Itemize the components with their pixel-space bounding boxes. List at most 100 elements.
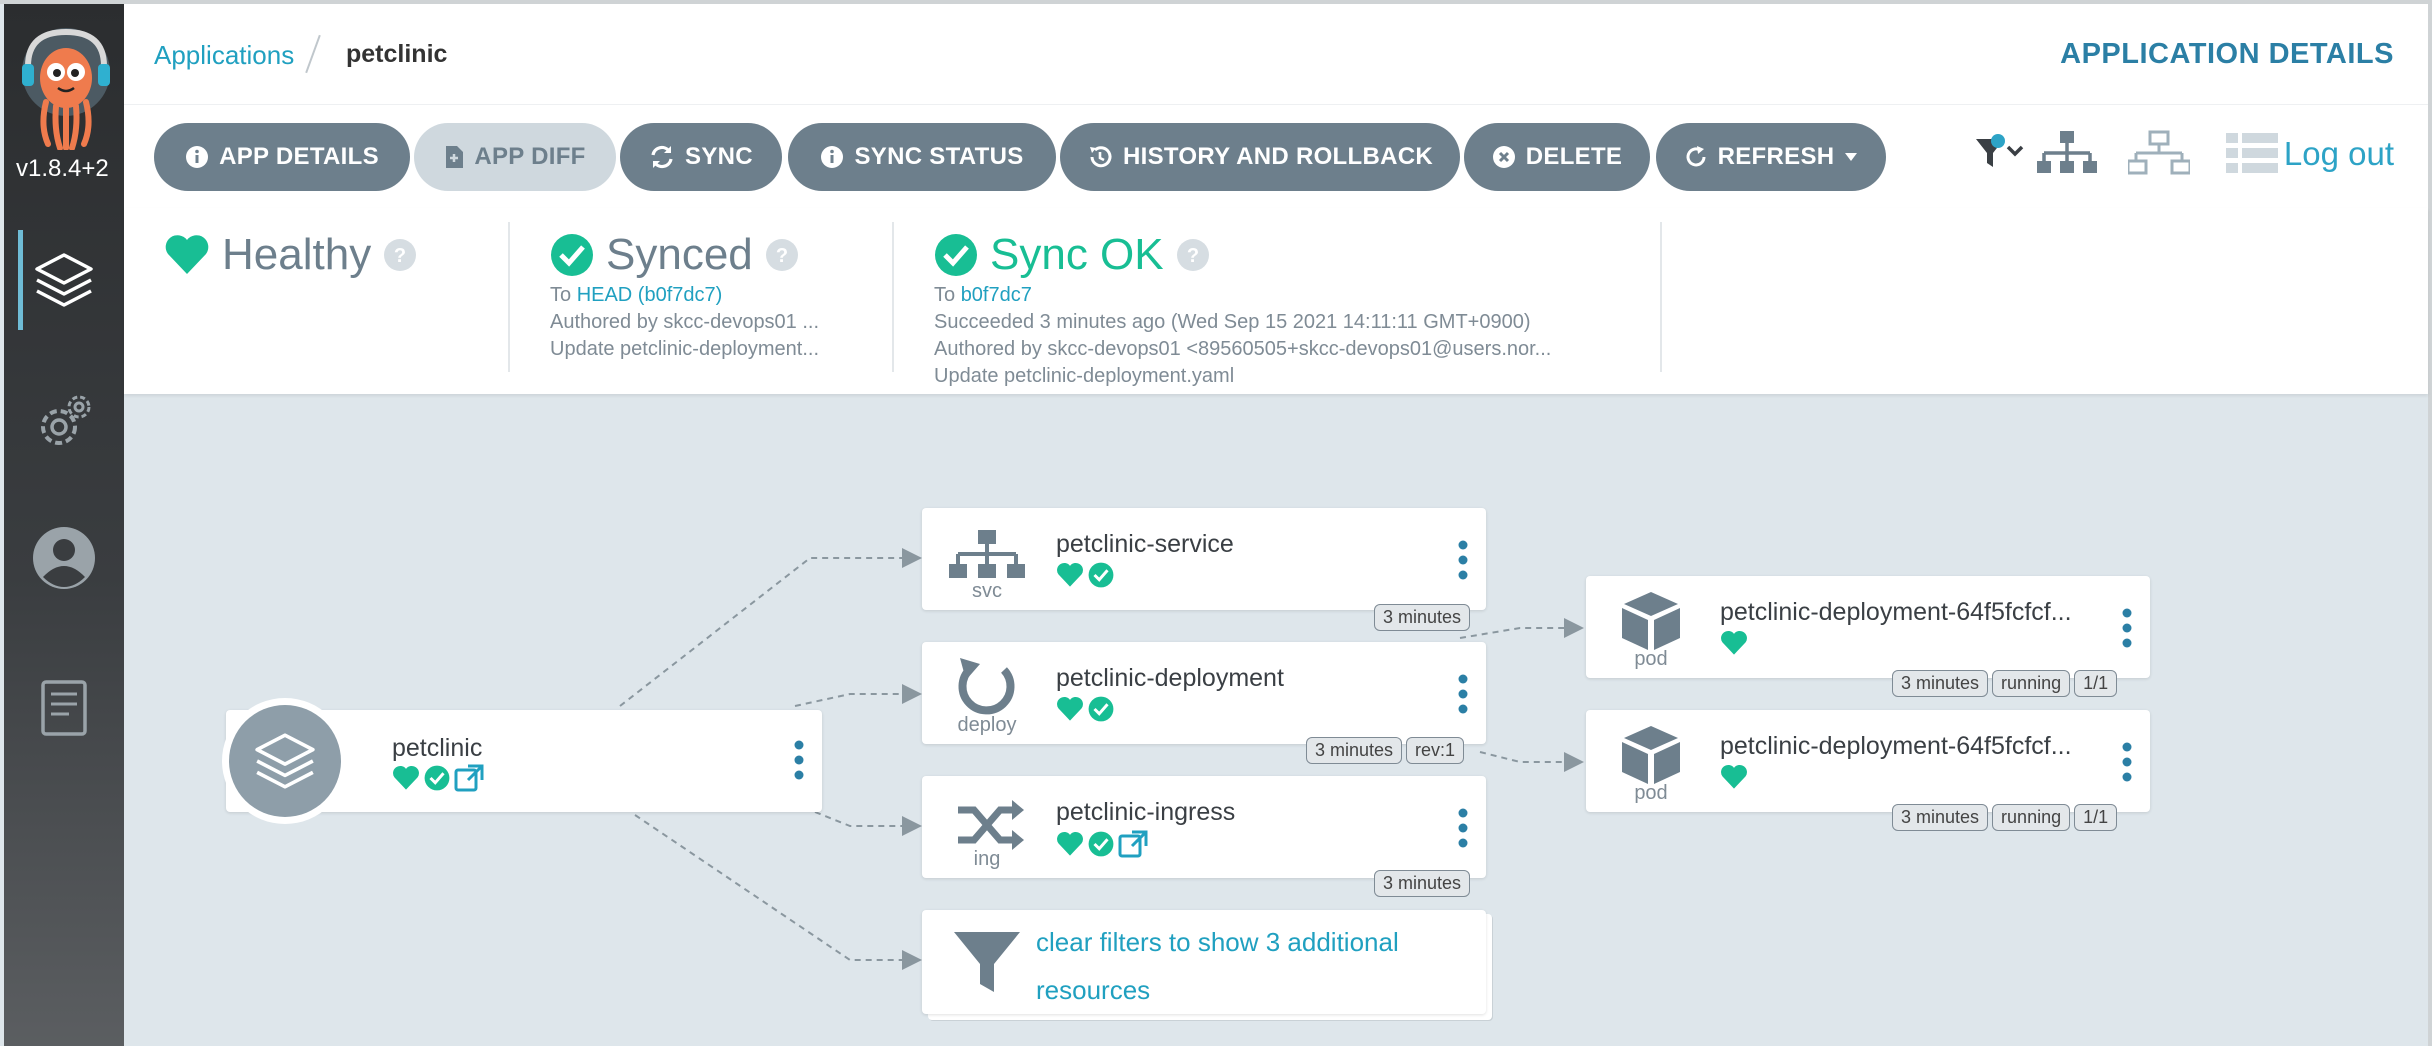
- external-link-icon[interactable]: [454, 764, 484, 792]
- check-circle-icon: [1088, 831, 1114, 857]
- heart-icon: [1057, 696, 1083, 721]
- window-frame-right: [2428, 0, 2432, 1046]
- app-diff-label: APP DIFF: [474, 143, 586, 170]
- sync-button[interactable]: SYNC: [620, 123, 782, 191]
- pod-kind-label: pod: [1634, 782, 1668, 804]
- ingress-node[interactable]: ing petclinic-ingress: [922, 776, 1486, 878]
- check-circle-icon: [1088, 562, 1114, 588]
- heart-icon: [393, 765, 419, 790]
- breadcrumb-applications[interactable]: Applications: [154, 40, 294, 71]
- kebab-menu-icon[interactable]: [2122, 742, 2132, 782]
- sync-title: Synced: [606, 230, 753, 279]
- revision-tag: rev:1: [1406, 737, 1465, 764]
- operation-message: Update petclinic-deployment.yaml: [934, 365, 1235, 387]
- app-toolbar: APP DETAILS APP DIFF SYNC SYNC STATUS HI…: [124, 104, 2428, 208]
- sync-message: Update petclinic-deployment...: [550, 338, 820, 360]
- list-icon: [2226, 133, 2278, 173]
- pod-node[interactable]: pod petclinic-deployment-64f5fcfcf...: [1586, 576, 2150, 678]
- list-view-button[interactable]: [2224, 129, 2280, 182]
- nav-applications[interactable]: [4, 230, 124, 330]
- heart-icon: [1721, 630, 1747, 655]
- kebab-menu-icon[interactable]: [1458, 808, 1468, 848]
- caret-down-icon: [1845, 153, 1858, 161]
- phase-tag: running: [1992, 670, 2071, 697]
- age-tag: 3 minutes: [1374, 870, 1471, 897]
- sync-status-button[interactable]: SYNC STATUS: [788, 123, 1056, 191]
- filter-dropdown-icon: [1976, 134, 2024, 167]
- logout-link[interactable]: Log out: [2284, 135, 2394, 173]
- service-node-name: petclinic-service: [1056, 530, 1234, 558]
- age-tag: 3 minutes: [1306, 737, 1403, 764]
- age-tag: 3 minutes: [1892, 670, 1989, 697]
- ingress-tags: 3 minutes: [1374, 870, 1471, 897]
- deployment-node-name: petclinic-deployment: [1056, 664, 1284, 692]
- edge-app-deployment: [794, 684, 922, 707]
- check-circle-icon: [1088, 696, 1114, 722]
- service-node[interactable]: svc petclinic-service: [922, 508, 1486, 610]
- edge-app-service: [619, 548, 922, 707]
- phase-tag: running: [1992, 804, 2071, 831]
- external-link-icon[interactable]: [1118, 830, 1148, 858]
- app-diff-button[interactable]: APP DIFF: [414, 123, 616, 191]
- sync-revision-link[interactable]: HEAD (b0f7dc7): [577, 284, 723, 306]
- filter-toggle[interactable]: [1974, 129, 2030, 184]
- check-circle-icon: [551, 234, 593, 276]
- clear-filters-link[interactable]: clear filters to show 3 additional resou…: [1036, 918, 1399, 1014]
- sync-status-summary[interactable]: Synced ? To HEAD (b0f7dc7) Authored by s…: [550, 230, 880, 361]
- history-rollback-label: HISTORY AND ROLLBACK: [1122, 143, 1433, 170]
- kebab-menu-icon[interactable]: [1458, 540, 1468, 580]
- service-tags: 3 minutes: [1374, 604, 1471, 631]
- refresh-label: REFRESH: [1717, 143, 1835, 170]
- version-label: v1.8.4+2: [16, 155, 109, 182]
- operation-to-prefix: To: [934, 284, 956, 306]
- nav-documentation[interactable]: [4, 658, 124, 758]
- user-avatar-icon: [33, 527, 95, 589]
- operation-status-summary[interactable]: Sync OK ? To b0f7dc7 Succeeded 3 minutes…: [934, 230, 1624, 388]
- refresh-icon: [1686, 146, 1706, 167]
- pod-node[interactable]: pod petclinic-deployment-64f5fcfcf...: [1586, 710, 2150, 812]
- pod-tags: 3 minutes running 1/1: [1892, 804, 2118, 831]
- operation-revision-link[interactable]: b0f7dc7: [961, 284, 1032, 306]
- nav-settings[interactable]: [4, 372, 124, 472]
- deployment-node[interactable]: deploy petclinic-deployment: [922, 642, 1486, 744]
- operation-revision-line: To b0f7dc7: [934, 284, 1624, 307]
- edge-app-ingress: [814, 811, 922, 836]
- kebab-menu-icon[interactable]: [794, 740, 804, 780]
- app-details-button[interactable]: APP DETAILS: [154, 123, 410, 191]
- help-icon[interactable]: ?: [383, 238, 417, 272]
- kebab-menu-icon[interactable]: [2122, 608, 2132, 648]
- heart-icon: [1721, 764, 1747, 789]
- nav-user-info[interactable]: [4, 508, 124, 608]
- network-view-button[interactable]: [2126, 129, 2192, 188]
- health-status[interactable]: Healthy ?: [164, 230, 417, 280]
- help-icon[interactable]: ?: [1176, 238, 1210, 272]
- sitemap-icon: [2037, 131, 2097, 173]
- breadcrumb-separator: [305, 34, 321, 74]
- tree-view-button[interactable]: [2036, 129, 2098, 188]
- layers-icon: [35, 253, 93, 307]
- docs-icon: [41, 680, 87, 736]
- top-header: Applications petclinic APPLICATION DETAI…: [124, 4, 2428, 104]
- heart-icon: [165, 235, 209, 274]
- clear-filters-line1: clear filters to show 3 additional: [1036, 927, 1399, 957]
- age-tag: 3 minutes: [1892, 804, 1989, 831]
- delete-button[interactable]: DELETE: [1464, 123, 1650, 191]
- check-circle-icon: [935, 234, 977, 276]
- operation-author: Authored by skcc-devops01 <89560505+skcc…: [934, 338, 1552, 360]
- sync-icon: [651, 145, 673, 169]
- history-icon: [1089, 146, 1112, 168]
- info-icon: [821, 146, 844, 168]
- refresh-button[interactable]: REFRESH: [1656, 123, 1886, 191]
- kebab-menu-icon[interactable]: [1458, 674, 1468, 714]
- pod-node-name: petclinic-deployment-64f5fcfcf...: [1720, 732, 2072, 760]
- argo-logo[interactable]: [20, 26, 112, 151]
- svg-text:?: ?: [394, 245, 406, 267]
- pod-node-name: petclinic-deployment-64f5fcfcf...: [1720, 598, 2072, 626]
- help-icon[interactable]: ?: [765, 238, 799, 272]
- svg-text:?: ?: [776, 245, 788, 267]
- app-node-icon: [222, 698, 348, 824]
- file-diff-icon: [446, 146, 464, 168]
- filter-node[interactable]: clear filters to show 3 additional resou…: [922, 910, 1486, 1014]
- history-rollback-button[interactable]: HISTORY AND ROLLBACK: [1060, 123, 1460, 191]
- operation-title: Sync OK: [990, 230, 1164, 279]
